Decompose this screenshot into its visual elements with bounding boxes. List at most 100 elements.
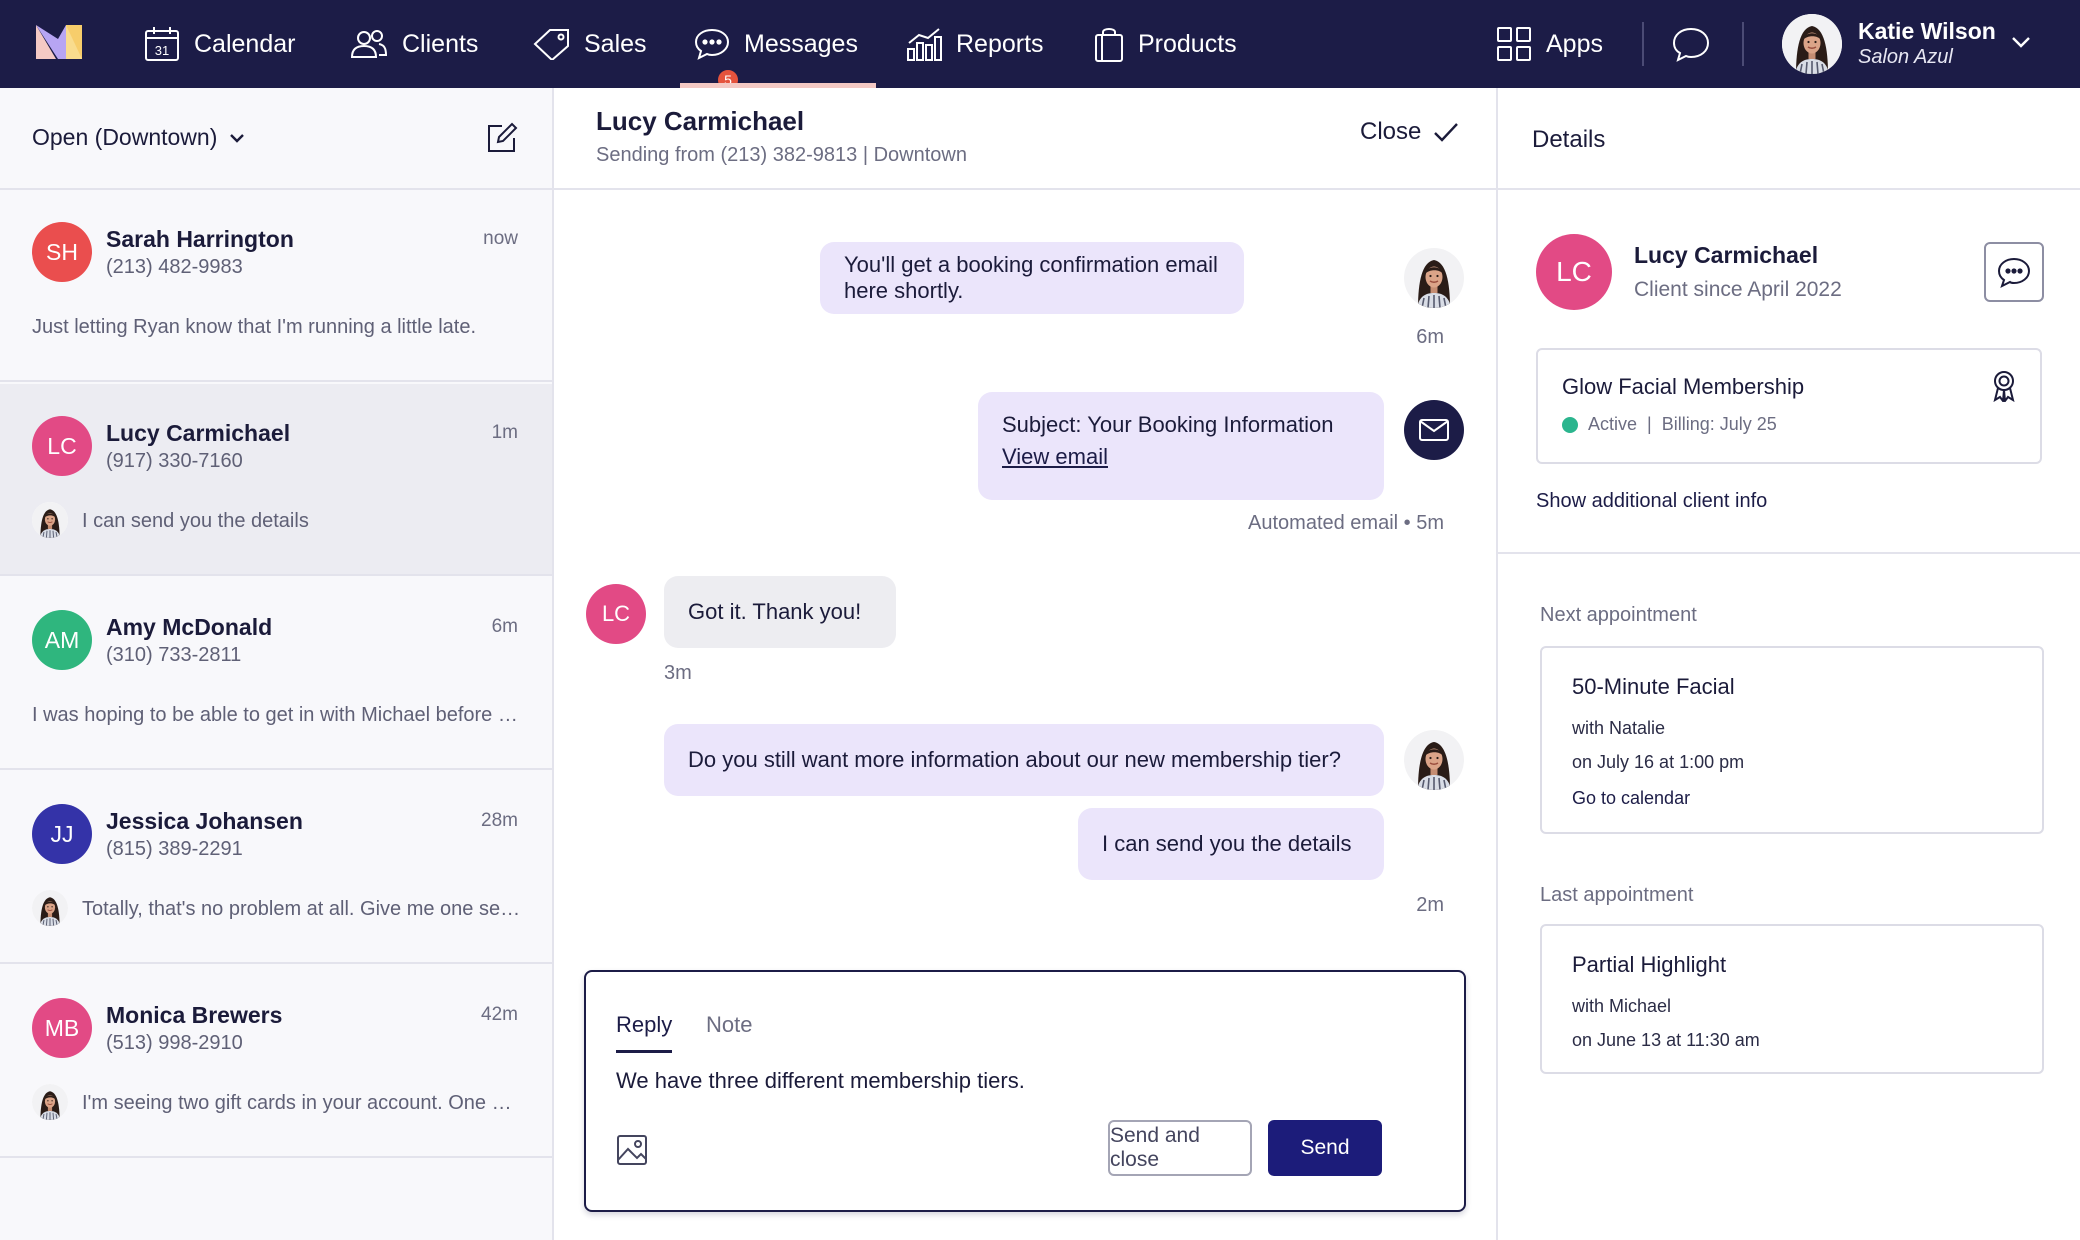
nav-products[interactable]: Products (1094, 0, 1237, 88)
divider (1498, 552, 2080, 554)
chat-header: Lucy Carmichael Sending from (213) 382-9… (554, 88, 1496, 190)
tab-note[interactable]: Note (706, 1012, 752, 1038)
staff-avatar (32, 890, 68, 926)
appointment-service: 50-Minute Facial (1572, 674, 1735, 700)
user-avatar[interactable] (1782, 14, 1842, 74)
user-location: Salon Azul (1858, 46, 1953, 69)
appointment-service: Partial Highlight (1572, 952, 1726, 978)
message-preview: Totally, that's no problem at all. Give … (82, 898, 522, 921)
inbox-header: Open (Downtown) (0, 88, 552, 190)
conversation-item[interactable]: MB Monica Brewers (513) 998-2910 42m I'm… (0, 966, 552, 1158)
tag-icon (532, 28, 570, 60)
contact-name: Monica Brewers (106, 1002, 282, 1029)
conversation-item[interactable]: JJ Jessica Johansen (815) 389-2291 28m T… (0, 772, 552, 964)
conversation-time: 42m (481, 1004, 518, 1026)
nav-divider (1742, 22, 1744, 66)
message-preview: I'm seeing two gift cards in your accoun… (82, 1092, 522, 1115)
conversation-list-panel: Open (Downtown) SH Sarah Harrington (213… (0, 88, 554, 1240)
show-additional-info-link[interactable]: Show additional client info (1536, 490, 1767, 513)
conversation-time: 6m (492, 616, 518, 638)
client-name[interactable]: Lucy Carmichael (1634, 242, 1818, 269)
image-attach-icon[interactable] (616, 1134, 648, 1166)
calendar-icon: 31 (144, 26, 180, 62)
contact-avatar: SH (32, 222, 92, 282)
close-label: Close (1360, 118, 1421, 146)
chevron-down-icon[interactable] (2010, 30, 2032, 52)
chat-bubble-icon[interactable] (1672, 26, 1710, 62)
contact-phone: (513) 998-2910 (106, 1032, 243, 1055)
user-name[interactable]: Katie Wilson (1858, 18, 1996, 45)
conversation-item[interactable]: SH Sarah Harrington (213) 482-9983 now J… (0, 190, 552, 382)
conversation-item[interactable]: AM Amy McDonald (310) 733-2811 6m I was … (0, 578, 552, 770)
appointment-staff: with Michael (1572, 996, 1671, 1017)
send-and-close-button[interactable]: Send and close (1108, 1120, 1252, 1176)
next-appointment-card[interactable]: 50-Minute Facial with Natalie on July 16… (1540, 646, 2044, 834)
contact-name: Jessica Johansen (106, 808, 303, 835)
nav-clients-label: Clients (402, 30, 478, 59)
nav-sales-label: Sales (584, 30, 647, 59)
contact-phone: (815) 389-2291 (106, 838, 243, 861)
envelope-icon (1419, 419, 1449, 441)
chevron-down-icon (229, 130, 245, 146)
message-preview: I can send you the details (82, 510, 522, 533)
incoming-message: Got it. Thank you! (664, 576, 896, 648)
nav-clients[interactable]: Clients (350, 0, 478, 88)
client-since: Client since April 2022 (1634, 278, 1842, 302)
close-conversation-button[interactable]: Close (1360, 118, 1459, 146)
message-client-button[interactable] (1984, 242, 2044, 302)
contact-name: Amy McDonald (106, 614, 272, 641)
send-button[interactable]: Send (1268, 1120, 1382, 1176)
nav-messages[interactable]: 5 Messages (694, 0, 858, 88)
conversation-item[interactable]: LC Lucy Carmichael (917) 330-7160 1m I c… (0, 384, 552, 576)
conversation-time: now (483, 228, 518, 250)
message-text: Got it. Thank you! (688, 599, 861, 625)
appointment-staff: with Natalie (1572, 718, 1665, 739)
outgoing-message: Do you still want more information about… (664, 724, 1384, 796)
membership-name: Glow Facial Membership (1562, 374, 1804, 400)
compose-icon[interactable] (486, 122, 518, 154)
email-avatar (1404, 400, 1464, 460)
details-panel: Details LC Lucy Carmichael Client since … (1496, 88, 2080, 1240)
automated-email-message: Subject: Your Booking Information View e… (978, 392, 1384, 500)
message-text: Do you still want more information about… (688, 747, 1341, 773)
message-preview: Just letting Ryan know that I'm running … (32, 316, 522, 339)
appointment-time: on June 13 at 11:30 am (1572, 1030, 1760, 1051)
calendar-icon-day: 31 (155, 43, 169, 58)
nav-sales[interactable]: Sales (532, 0, 647, 88)
contact-name: Lucy Carmichael (106, 420, 290, 447)
message-time: 2m (1416, 894, 1444, 917)
message-time: 6m (1416, 326, 1444, 349)
email-subject: Subject: Your Booking Information (1002, 412, 1360, 438)
contact-avatar: AM (32, 610, 92, 670)
view-email-link[interactable]: View email (1002, 444, 1108, 469)
message-time: Automated email • 5m (1248, 512, 1444, 535)
membership-card[interactable]: Glow Facial Membership Active | Billing:… (1536, 348, 2042, 464)
message-preview: I was hoping to be able to get in with M… (32, 704, 522, 727)
status-dot (1562, 417, 1578, 433)
last-appointment-card[interactable]: Partial Highlight with Michael on June 1… (1540, 924, 2044, 1074)
nav-calendar[interactable]: 31 Calendar (144, 0, 295, 88)
go-to-calendar-link[interactable]: Go to calendar (1572, 788, 1690, 809)
message-icon (1997, 256, 2031, 288)
nav-messages-label: Messages (744, 30, 858, 59)
membership-status-text: Active (1588, 414, 1637, 435)
clients-icon (350, 29, 388, 59)
tab-reply[interactable]: Reply (616, 1012, 672, 1038)
last-appointment-label: Last appointment (1540, 884, 1693, 907)
contact-avatar: LC (586, 584, 646, 644)
nav-divider (1642, 22, 1644, 66)
membership-separator: | (1647, 414, 1652, 435)
inbox-selector-label: Open (Downtown) (32, 124, 217, 151)
reply-input[interactable]: We have three different membership tiers… (616, 1068, 1025, 1094)
details-header: Details (1498, 88, 2080, 190)
inbox-selector[interactable]: Open (Downtown) (32, 124, 245, 151)
nav-apps-label: Apps (1546, 30, 1603, 59)
conversation-time: 28m (481, 810, 518, 832)
contact-avatar: JJ (32, 804, 92, 864)
nav-reports[interactable]: Reports (906, 0, 1044, 88)
nav-apps[interactable]: Apps (1496, 0, 1603, 88)
apps-grid-icon (1496, 26, 1532, 62)
message-time: 3m (664, 662, 692, 685)
app-logo[interactable] (36, 25, 82, 59)
chat-contact-name: Lucy Carmichael (596, 106, 804, 137)
